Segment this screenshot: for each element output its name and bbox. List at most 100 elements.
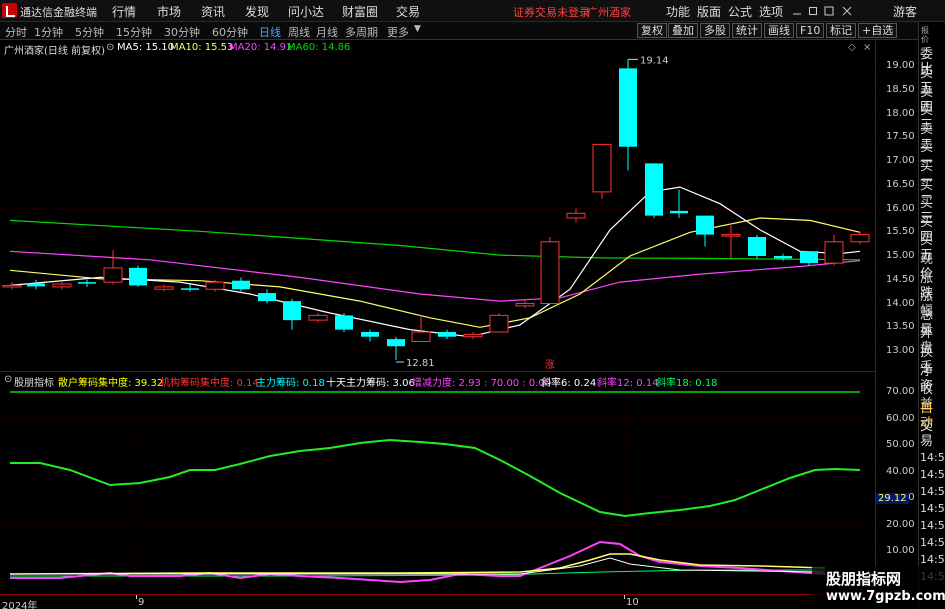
candlestick[interactable] [387, 336, 405, 361]
period-multi[interactable]: 多周期 [345, 24, 378, 40]
candlestick[interactable] [129, 265, 147, 287]
ma20-label: MA20: 14.91 [229, 42, 293, 53]
chevron-down-icon[interactable]: ▼ [414, 24, 421, 34]
candlestick[interactable] [2, 282, 22, 290]
candlestick[interactable] [592, 143, 612, 199]
period-5min[interactable]: 5分钟 [75, 24, 104, 40]
restore-icon[interactable] [808, 6, 818, 16]
ma10-label: MA10: 15.53 [170, 42, 234, 53]
period-1min[interactable]: 1分钟 [34, 24, 63, 40]
price-tick: 17.00 [886, 155, 915, 166]
indicator-item: 增减力度: 2.93 : 70.00 : 0.00 [412, 378, 552, 389]
period-15min[interactable]: 15分钟 [116, 24, 152, 40]
menu-trade[interactable]: 交易 [396, 3, 420, 20]
indicator-item: 斜率18: 0.18 [656, 378, 718, 389]
close-icon[interactable] [842, 6, 852, 16]
indicator-tick: 50.00 [886, 439, 915, 450]
multi-stock-button[interactable]: 多股 [700, 23, 730, 38]
menu-quotes[interactable]: 行情 [112, 3, 136, 20]
candlestick[interactable] [232, 277, 250, 292]
mark-button[interactable]: 标记 [826, 23, 856, 38]
draw-line-button[interactable]: 画线 [764, 23, 794, 38]
overlay-button[interactable]: 叠加 [668, 23, 698, 38]
period-60min[interactable]: 60分钟 [212, 24, 248, 40]
low-price-label: 12.81 [406, 358, 435, 369]
minimize-icon[interactable] [792, 6, 802, 16]
candlestick[interactable] [850, 232, 870, 245]
panel-tab-icon[interactable]: 报价 [921, 26, 929, 44]
close-panel-icon[interactable]: × [863, 42, 871, 53]
indicator-settings-icon[interactable]: ⊙ [4, 374, 12, 385]
watermark-line1: 股朋指标网 [826, 570, 902, 588]
candlestick[interactable] [283, 298, 301, 330]
candlestick[interactable] [540, 237, 560, 304]
watermark: 股朋指标网 www.7gpzb.com [812, 566, 945, 609]
candlestick[interactable] [52, 282, 72, 290]
period-tick[interactable]: 分时 [5, 24, 27, 40]
candlestick[interactable] [181, 284, 199, 292]
candlestick[interactable] [411, 315, 431, 342]
candlestick[interactable] [748, 234, 766, 259]
candlestick[interactable] [824, 234, 844, 266]
price-tick: 16.50 [886, 178, 915, 190]
stats-button[interactable]: 统计 [732, 23, 762, 38]
indicator-tick: 20.00 [886, 518, 915, 530]
price-tick: 13.50 [886, 321, 915, 333]
menu-function[interactable]: 功能 [666, 3, 690, 20]
candlestick[interactable] [800, 251, 818, 266]
x-label: 9 [138, 597, 145, 608]
guest-user[interactable]: 游客 [893, 3, 917, 20]
candlestick[interactable] [335, 313, 353, 332]
candlestick[interactable] [308, 313, 328, 323]
menu-options[interactable]: 选项 [759, 3, 783, 20]
f10-button[interactable]: F10 [796, 23, 825, 38]
price-tick: 15.00 [886, 250, 915, 261]
quote-field-label: 交易 [920, 419, 934, 450]
candlestick[interactable] [154, 284, 174, 292]
candlestick[interactable] [489, 313, 509, 333]
candlestick[interactable] [721, 222, 741, 259]
menu-market[interactable]: 市场 [157, 3, 181, 20]
candlestick[interactable] [463, 332, 483, 340]
chart-divider[interactable] [0, 371, 875, 372]
x-label: 2024年 [2, 601, 38, 609]
menu-wealth[interactable]: 财富圈 [342, 3, 378, 20]
candlestick[interactable] [27, 279, 45, 290]
indicator-chart[interactable] [0, 388, 875, 594]
trade-time: 14:5 [920, 485, 945, 498]
menu-discover[interactable]: 发现 [245, 3, 269, 20]
period-daily[interactable]: 日线 [259, 24, 281, 40]
login-status[interactable]: 证券交易未登录 [513, 4, 590, 20]
settings-icon[interactable]: ⊙ [106, 42, 114, 53]
add-watchlist-button[interactable]: +自选 [858, 23, 898, 38]
menu-formula[interactable]: 公式 [728, 3, 752, 20]
diamond-icon[interactable]: ◇ [848, 42, 856, 53]
candlestick[interactable] [78, 279, 96, 287]
trade-time: 14:5 [920, 502, 945, 515]
main-chart-header: 广州酒家(日线 前复权) ⊙ MA5: 15.10 MA10: 15.53 MA… [0, 41, 875, 57]
price-tick: 18.00 [886, 107, 915, 119]
candlestick[interactable] [103, 250, 123, 285]
indicator-tick: 40.00 [886, 465, 915, 477]
candlestick[interactable] [670, 189, 688, 219]
period-monthly[interactable]: 月线 [316, 24, 338, 40]
menu-ask[interactable]: 问小达 [288, 3, 324, 20]
candlestick[interactable] [566, 208, 586, 223]
candlestick[interactable] [696, 215, 714, 247]
menu-layout[interactable]: 版面 [697, 3, 721, 20]
price-tick: 13.00 [886, 345, 915, 356]
maximize-icon[interactable] [824, 6, 834, 16]
menu-news[interactable]: 资讯 [201, 3, 225, 20]
period-30min[interactable]: 30分钟 [164, 24, 200, 40]
adjust-button[interactable]: 复权 [637, 23, 667, 38]
price-chart[interactable]: 19.14 12.81 涨 [0, 55, 875, 371]
candlestick[interactable] [619, 59, 637, 171]
period-weekly[interactable]: 周线 [288, 24, 310, 40]
period-more[interactable]: 更多 [387, 24, 409, 40]
ma60-line [9, 219, 861, 261]
candlestick[interactable] [438, 329, 456, 340]
candlestick[interactable] [258, 289, 276, 304]
candlestick[interactable] [645, 163, 663, 218]
indicator-item: 机构筹码集中度: 0.14 [160, 378, 259, 389]
candlestick[interactable] [361, 329, 379, 342]
